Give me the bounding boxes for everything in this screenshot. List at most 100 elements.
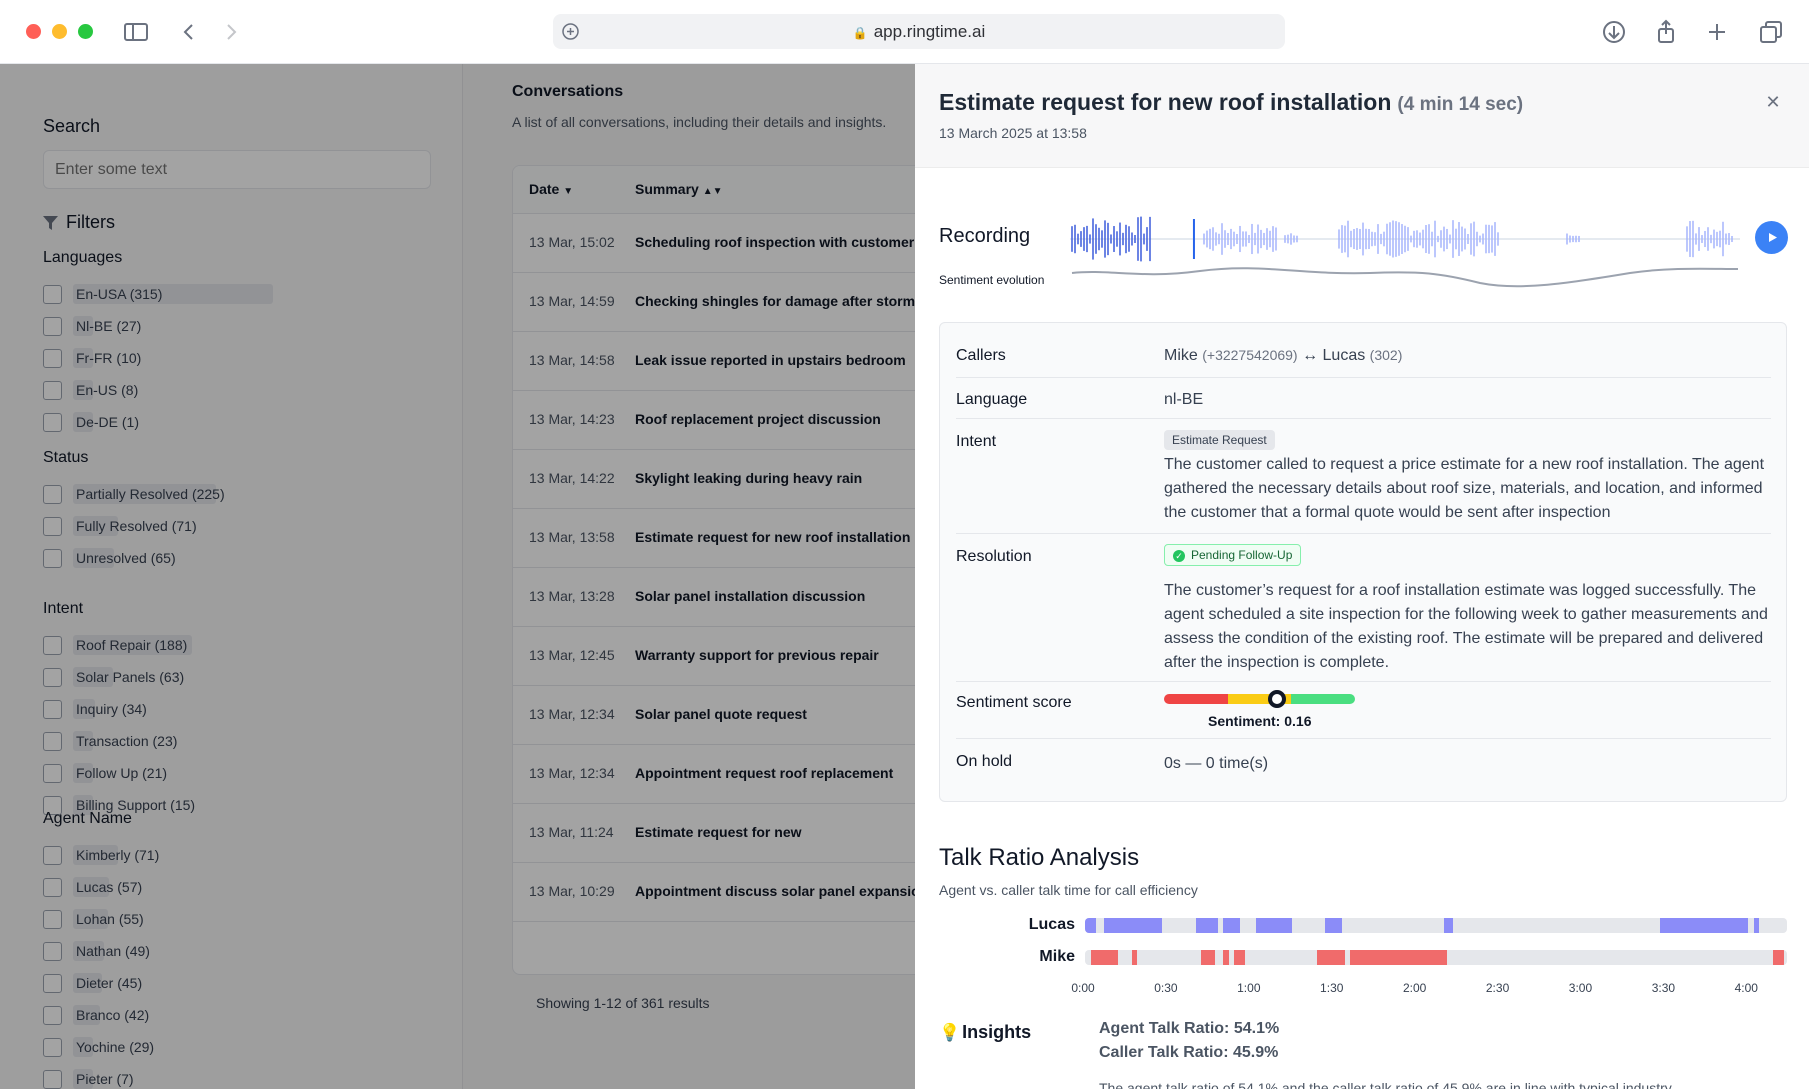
caller-talk-track: [1085, 950, 1787, 965]
lightbulb-icon: 💡: [939, 1023, 961, 1042]
caller-talk-segment: [1131, 950, 1138, 965]
modal-backdrop[interactable]: [0, 64, 915, 1089]
caller-talk-ratio: Caller Talk Ratio: 45.9%: [1099, 1044, 1279, 1061]
intent-value: Estimate Request The customer called to …: [1164, 430, 1771, 525]
time-tick: 1:00: [1237, 981, 1261, 995]
on-hold-label: On hold: [956, 753, 1013, 770]
agent-track-label: Lucas: [1028, 916, 1075, 933]
play-icon: [1769, 233, 1777, 242]
check-circle-icon: ✓: [1173, 550, 1185, 562]
sentiment-evolution-label: Sentiment evolution: [939, 273, 1045, 287]
conversation-detail-panel: Estimate request for new roof installati…: [915, 64, 1809, 1089]
time-tick: 3:30: [1651, 981, 1676, 995]
resolution-value: ✓ Pending Follow-Up The customer’s reques…: [1164, 544, 1771, 675]
audio-waveform[interactable]: [1070, 214, 1740, 264]
address-bar[interactable]: 🔒 app.ringtime.ai: [553, 14, 1285, 49]
close-icon[interactable]: ✕: [1763, 92, 1783, 112]
share-icon[interactable]: [1652, 18, 1680, 46]
insights-header: 💡 Insights: [939, 1022, 1031, 1043]
agent-talk-segment: [1104, 918, 1141, 933]
agent-talk-segment: [1223, 918, 1240, 933]
download-icon[interactable]: [1600, 18, 1628, 46]
minimize-window-button[interactable]: [52, 24, 67, 39]
close-window-button[interactable]: [26, 24, 41, 39]
talk-ratio-subtitle: Agent vs. caller talk time for call effi…: [939, 882, 1198, 898]
caller-a-name: Mike: [1164, 347, 1198, 364]
sentiment-label: Sentiment score: [956, 694, 1072, 711]
caller-talk-segment: [1350, 950, 1448, 965]
agent-talk-segment: [1753, 918, 1760, 933]
time-tick: 0:30: [1154, 981, 1178, 995]
insights-label: Insights: [962, 1022, 1032, 1042]
caller-talk-segment: [1201, 950, 1215, 965]
on-hold-value: 0s — 0 time(s): [1164, 755, 1269, 772]
play-button[interactable]: [1755, 221, 1788, 254]
intent-label: Intent: [956, 433, 997, 450]
resolution-description: The customer’s request for a roof instal…: [1164, 582, 1768, 671]
detail-header: Estimate request for new roof installati…: [915, 64, 1809, 168]
detail-title: Estimate request for new roof installati…: [939, 89, 1523, 116]
lock-icon: 🔒: [852, 26, 868, 40]
language-row: Language nl-BE: [956, 378, 1771, 419]
time-tick: 3:00: [1568, 981, 1593, 995]
sentiment-bar-positive: [1291, 694, 1355, 704]
new-tab-icon[interactable]: [1703, 18, 1731, 46]
agent-talk-segment: [1195, 918, 1218, 933]
insight-description: The agent talk ratio of 54.1% and the ca…: [1099, 1080, 1672, 1089]
talk-ratio-title: Talk Ratio Analysis: [939, 844, 1140, 871]
sidebar-toggle-icon[interactable]: [122, 18, 150, 46]
time-tick: 1:30: [1320, 981, 1344, 995]
agent-talk-segment: [1444, 918, 1453, 933]
caller-arrow: ↔: [1302, 347, 1319, 364]
caller-b-number: (302): [1369, 347, 1403, 363]
back-icon[interactable]: [175, 18, 203, 46]
sentiment-bar: [1164, 694, 1355, 704]
resolution-tag: ✓ Pending Follow-Up: [1164, 544, 1302, 566]
agent-talk-segment: [1085, 918, 1097, 933]
call-duration: (4 min 14 sec): [1397, 94, 1524, 115]
caller-talk-segment: [1223, 950, 1229, 965]
callers-value: Mike (+3227542069) ↔ Lucas (302): [1164, 347, 1402, 365]
callers-row: Callers Mike (+3227542069) ↔ Lucas (302): [956, 333, 1771, 378]
resolution-row: Resolution ✓ Pending Follow-Up The custom…: [956, 534, 1771, 682]
on-hold-row: On hold 0s — 0 time(s): [956, 739, 1771, 789]
detail-date: 13 March 2025 at 13:58: [939, 125, 1087, 141]
time-tick: 0:00: [1071, 981, 1095, 995]
agent-talk-segment: [1659, 918, 1749, 933]
url-text: 🔒 app.ringtime.ai: [852, 22, 986, 41]
language-label: Language: [956, 391, 1028, 408]
callers-label: Callers: [956, 347, 1006, 364]
time-tick: 2:30: [1485, 981, 1510, 995]
agent-talk-ratio: Agent Talk Ratio: 54.1%: [1099, 1020, 1280, 1037]
intent-description: The customer called to request a price e…: [1164, 456, 1765, 521]
time-tick: 4:00: [1734, 981, 1758, 995]
sentiment-bar-negative: [1164, 694, 1228, 704]
agent-talk-segment: [1325, 918, 1343, 933]
caller-track-label: Mike: [1039, 948, 1075, 965]
detail-title-text: Estimate request for new roof installati…: [939, 89, 1392, 115]
sentiment-gauge: Sentiment: 0.16: [1164, 690, 1364, 734]
sentiment-evolution-curve: [1071, 267, 1739, 288]
caller-talk-segment: [1773, 950, 1785, 965]
sentiment-value-text: Sentiment: 0.16: [1208, 713, 1312, 729]
forward-icon[interactable]: [217, 18, 245, 46]
caller-b-name: Lucas: [1322, 347, 1366, 364]
time-tick: 2:00: [1402, 981, 1427, 995]
browser-toolbar: 🔒 app.ringtime.ai: [0, 0, 1809, 64]
call-details-card: Callers Mike (+3227542069) ↔ Lucas (302)…: [939, 322, 1787, 802]
resolution-tag-label: Pending Follow-Up: [1191, 548, 1293, 562]
caller-talk-segment: [1234, 950, 1246, 965]
agent-talk-segment: [1256, 918, 1293, 933]
caller-talk-segment: [1090, 950, 1119, 965]
maximize-window-button[interactable]: [78, 24, 93, 39]
intent-tag: Estimate Request: [1164, 430, 1275, 450]
sentiment-row: Sentiment score Sentiment: 0.16: [956, 682, 1771, 739]
agent-talk-segment: [1140, 918, 1163, 933]
recording-label: Recording: [939, 225, 1031, 247]
caller-a-number: (+3227542069): [1202, 347, 1298, 363]
intent-row: Intent Estimate Request The customer cal…: [956, 419, 1771, 534]
language-value: nl-BE: [1164, 391, 1204, 408]
tab-overview-icon[interactable]: [1757, 18, 1785, 46]
agent-talk-track: [1085, 918, 1787, 933]
resolution-label: Resolution: [956, 548, 1032, 565]
